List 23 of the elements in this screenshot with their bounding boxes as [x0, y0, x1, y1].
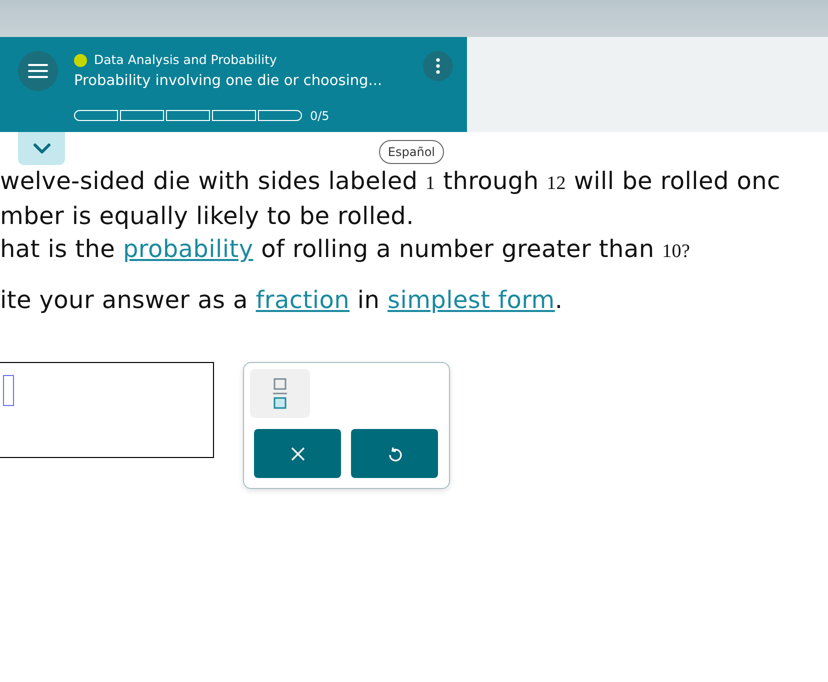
question-text: ite your answer as a fraction in simplest form. — [0, 285, 564, 316]
menu-button[interactable] — [18, 51, 58, 91]
expand-tab[interactable] — [18, 132, 65, 165]
answer-box[interactable] — [0, 362, 214, 458]
question-text: welve-sided die with sides labeled 1 through 12 will be rolled onc — [0, 166, 782, 197]
progress-count: 0/5 — [310, 108, 330, 124]
topic-label: Data Analysis and Probability — [94, 51, 277, 69]
more-button[interactable] — [423, 51, 453, 81]
undo-icon — [388, 446, 402, 462]
close-icon — [290, 446, 304, 460]
glossary-link[interactable]: simplest form — [388, 286, 555, 314]
glossary-link[interactable]: fraction — [256, 286, 350, 314]
fraction-button[interactable] — [250, 369, 310, 418]
menu-icon — [28, 63, 48, 79]
question-text: hat is the probability of rolling a number greater than 10? — [0, 234, 692, 265]
lesson-title: Probability involving one die or choosing... — [74, 72, 384, 91]
language-button[interactable]: Español — [378, 140, 444, 164]
more-icon — [436, 58, 440, 74]
fraction-icon — [273, 378, 287, 410]
question-text: mber is equally likely to be rolled. — [0, 201, 415, 232]
chevron-down-icon — [32, 143, 50, 154]
input-cursor — [3, 375, 14, 406]
glossary-link[interactable]: probability — [122, 235, 254, 263]
